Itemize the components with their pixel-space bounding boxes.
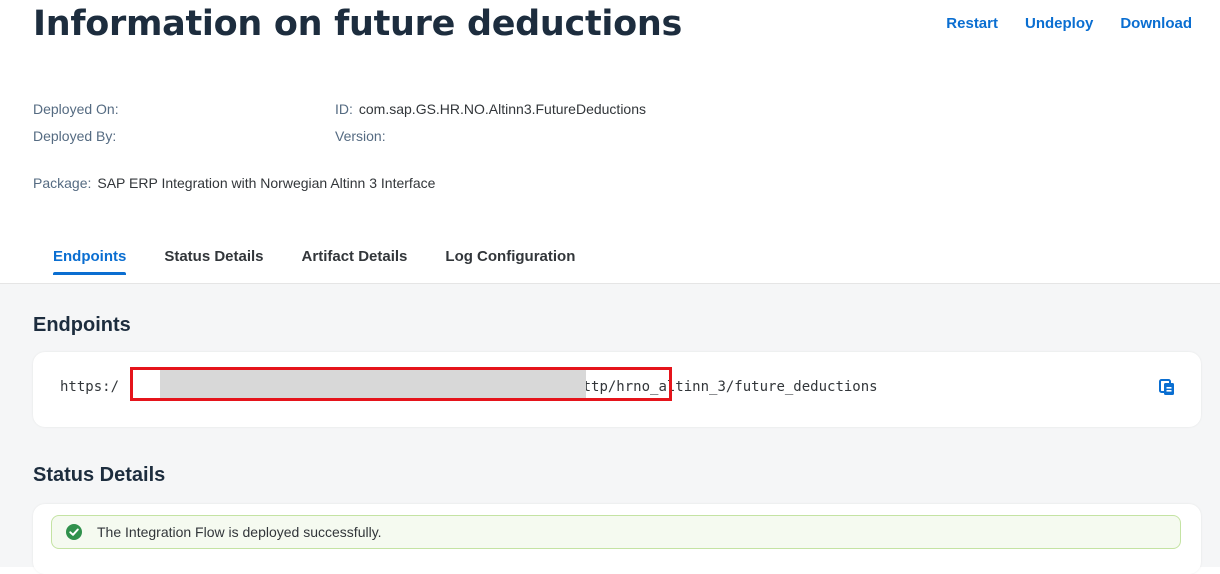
success-check-icon <box>66 524 82 540</box>
restart-button[interactable]: Restart <box>946 15 998 32</box>
status-section-title: Status Details <box>33 464 166 486</box>
id-value: com.sap.GS.HR.NO.Altinn3.FutureDeduction… <box>358 101 647 117</box>
header-actions: Restart Undeploy Download <box>946 15 1192 32</box>
tab-log-configuration[interactable]: Log Configuration <box>425 246 593 275</box>
endpoints-section-title: Endpoints <box>33 314 131 336</box>
highlight-box <box>130 367 672 401</box>
success-message-strip: The Integration Flow is deployed success… <box>51 515 1181 549</box>
page-content: Endpoints https:/ .ondemand.com/http/hrn… <box>0 283 1220 574</box>
tab-status-details[interactable]: Status Details <box>144 246 281 275</box>
package-field: Package: SAP ERP Integration with Norwegi… <box>33 175 435 191</box>
deployed-by-field: Deployed By: <box>33 128 116 144</box>
object-page-header: Information on future deductions Restart… <box>0 0 1220 283</box>
success-message-text: The Integration Flow is deployed success… <box>97 524 382 540</box>
tab-endpoints[interactable]: Endpoints <box>33 246 144 275</box>
undeploy-button[interactable]: Undeploy <box>1025 15 1093 32</box>
id-field: ID: com.sap.GS.HR.NO.Altinn3.FutureDeduct… <box>335 101 646 117</box>
tab-artifact-details[interactable]: Artifact Details <box>282 246 426 275</box>
tab-bar: Endpoints Status Details Artifact Detail… <box>33 246 593 275</box>
page-title: Information on future deductions <box>33 4 682 44</box>
id-label: ID: <box>335 101 353 117</box>
copy-icon[interactable] <box>1158 378 1176 396</box>
deployed-on-field: Deployed On: <box>33 101 119 117</box>
package-value: SAP ERP Integration with Norwegian Altin… <box>97 175 436 191</box>
download-button[interactable]: Download <box>1120 15 1192 32</box>
endpoints-card: https:/ .ondemand.com/http/hrno_altinn_3… <box>33 352 1201 427</box>
deployed-by-label: Deployed By: <box>33 128 117 144</box>
deployed-on-label: Deployed On: <box>33 101 119 117</box>
version-field: Version: <box>335 128 386 144</box>
package-label: Package: <box>33 175 92 191</box>
version-label: Version: <box>335 128 386 144</box>
